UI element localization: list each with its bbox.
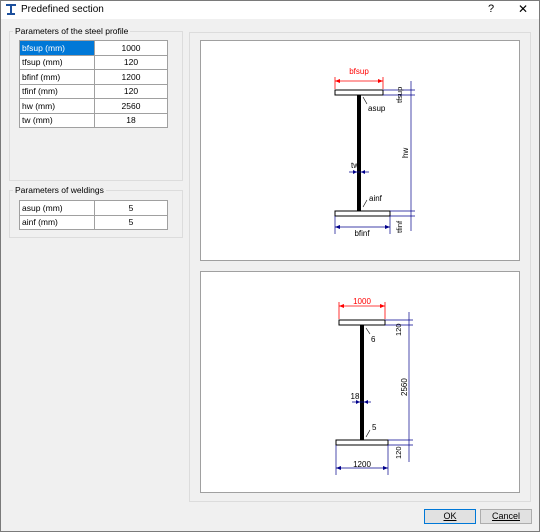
dim-tfinf-label: tfinf <box>395 220 404 233</box>
dim-bfinf-value: 1200 <box>353 460 371 469</box>
schematic-preview: bfsup asup tw ainf tfsup hw tfinf bfinf <box>200 40 520 261</box>
dim-tfsup-value: 120 <box>394 323 403 336</box>
steel-profile-table: bfsup (mm) 1000 tfsup (mm) 120 bfinf (mm… <box>19 40 168 128</box>
dim-ainf-value: 5 <box>372 423 377 432</box>
dim-asup-value: 6 <box>371 335 376 344</box>
help-button[interactable]: ? <box>483 3 499 17</box>
param-label-asup[interactable]: asup (mm) <box>19 200 95 216</box>
numeric-preview: 1000 6 18 5 120 2560 120 1200 <box>200 271 520 493</box>
table-row: asup (mm) 5 <box>19 200 168 216</box>
dim-tw-label: tw <box>351 161 359 170</box>
cancel-button-label: Cancel <box>491 511 520 521</box>
dim-tfinf-value: 120 <box>394 446 403 459</box>
web <box>360 325 364 440</box>
table-row: tfsup (mm) 120 <box>19 54 168 70</box>
dim-tw-value: 18 <box>351 392 360 401</box>
top-flange <box>334 89 384 96</box>
param-label-ainf[interactable]: ainf (mm) <box>19 214 95 230</box>
table-row: hw (mm) 2560 <box>19 98 168 114</box>
dim-bfsup-value: 1000 <box>353 297 371 306</box>
param-label-bfinf[interactable]: bfinf (mm) <box>19 69 95 85</box>
bottom-flange <box>334 210 391 217</box>
ok-button-label: OK <box>443 511 457 521</box>
numeric-drawing: 1000 6 18 5 120 2560 120 1200 <box>335 297 413 475</box>
param-value-asup[interactable]: 5 <box>94 200 168 216</box>
dim-hw-value: 2560 <box>400 378 409 396</box>
dim-asup-label: asup <box>368 104 386 113</box>
dialog-window: Predefined section ? ✕ Parameters of the… <box>0 0 540 532</box>
bottom-flange <box>335 439 389 446</box>
param-value-tw[interactable]: 18 <box>94 112 168 128</box>
table-row: bfinf (mm) 1200 <box>19 69 168 85</box>
weldings-group-title: Parameters of weldings <box>13 185 106 195</box>
table-row: tfinf (mm) 120 <box>19 83 168 99</box>
schematic-drawing: bfsup asup tw ainf tfsup hw tfinf bfinf <box>334 67 415 238</box>
table-row: ainf (mm) 5 <box>19 214 168 230</box>
web <box>357 95 361 211</box>
table-row: bfsup (mm) 1000 <box>19 40 168 56</box>
param-value-hw[interactable]: 2560 <box>94 98 168 114</box>
close-button[interactable]: ✕ <box>513 2 533 17</box>
table-row: tw (mm) 18 <box>19 112 168 128</box>
weldings-table: asup (mm) 5 ainf (mm) 5 <box>19 200 168 230</box>
param-value-ainf[interactable]: 5 <box>94 214 168 230</box>
param-label-tw[interactable]: tw (mm) <box>19 112 95 128</box>
param-label-hw[interactable]: hw (mm) <box>19 98 95 114</box>
window-title: Predefined section <box>21 4 104 15</box>
param-value-bfsup[interactable]: 1000 <box>94 40 168 56</box>
ok-button[interactable]: OK <box>424 509 476 524</box>
param-value-bfinf[interactable]: 1200 <box>94 69 168 85</box>
steel-profile-group-title: Parameters of the steel profile <box>13 26 131 36</box>
param-value-tfsup[interactable]: 120 <box>94 54 168 70</box>
section-app-icon <box>6 4 16 15</box>
dim-bfinf-label: bfinf <box>354 229 370 238</box>
param-value-tfinf[interactable]: 120 <box>94 83 168 99</box>
param-label-tfinf[interactable]: tfinf (mm) <box>19 83 95 99</box>
cancel-button[interactable]: Cancel <box>480 509 532 524</box>
title-bar: Predefined section ? ✕ <box>1 1 539 19</box>
param-label-tfsup[interactable]: tfsup (mm) <box>19 54 95 70</box>
top-flange <box>338 319 386 326</box>
dim-bfsup-label: bfsup <box>349 67 369 76</box>
dim-tfsup-label: tfsup <box>395 87 404 103</box>
dim-hw-label: hw <box>401 148 410 158</box>
param-label-bfsup[interactable]: bfsup (mm) <box>19 40 95 56</box>
dim-ainf-label: ainf <box>369 194 383 203</box>
